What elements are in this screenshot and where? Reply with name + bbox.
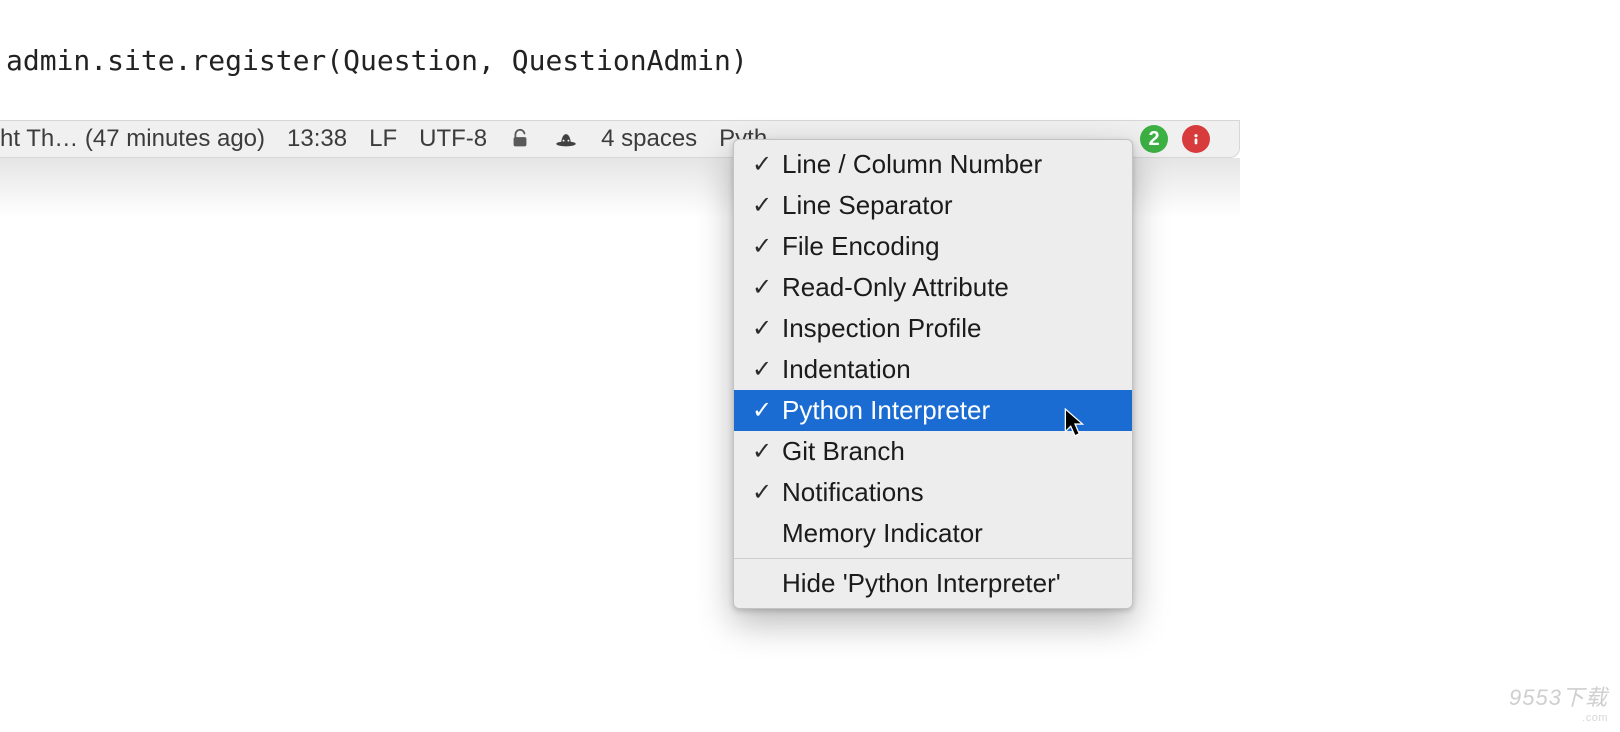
menu-item-python-interpreter[interactable]: ✓Python Interpreter [734,390,1132,431]
menu-separator [734,558,1132,559]
menu-item-label: Memory Indicator [782,518,983,549]
check-icon: ✓ [746,437,778,466]
menu-item-label: Indentation [782,354,911,385]
editor-area[interactable]: admin.site.register(Question, QuestionAd… [0,0,1240,120]
unlock-icon[interactable] [509,128,531,150]
check-icon: ✓ [746,314,778,343]
menu-item-label: Hide 'Python Interpreter' [782,568,1061,599]
menu-item-read-only-attribute[interactable]: ✓Read-Only Attribute [734,267,1132,308]
statusbar-context-menu: ✓Line / Column Number✓Line Separator✓Fil… [733,139,1133,609]
status-encoding[interactable]: UTF-8 [419,125,487,153]
status-line-separator[interactable]: LF [369,125,397,153]
status-indent[interactable]: 4 spaces [601,125,697,153]
watermark-sub: .com [1509,712,1608,724]
menu-item-line-separator[interactable]: ✓Line Separator [734,185,1132,226]
menu-item-label: Inspection Profile [782,313,981,344]
menu-item-label: Python Interpreter [782,395,990,426]
menu-item-indentation[interactable]: ✓Indentation [734,349,1132,390]
code-line: admin.site.register(Question, QuestionAd… [6,44,1240,77]
menu-item-label: Git Branch [782,436,905,467]
status-badge-error[interactable] [1182,125,1210,153]
menu-item-label: Read-Only Attribute [782,272,1009,303]
menu-item-notifications[interactable]: ✓Notifications [734,472,1132,513]
menu-item-git-branch[interactable]: ✓Git Branch [734,431,1132,472]
check-icon: ✓ [746,273,778,302]
menu-item-file-encoding[interactable]: ✓File Encoding [734,226,1132,267]
menu-item-label: Notifications [782,477,924,508]
check-icon: ✓ [746,396,778,425]
status-bar-trailing: 2 [1140,120,1210,158]
watermark-text: 9553下载 [1509,685,1608,710]
menu-item-memory-indicator[interactable]: Memory Indicator [734,513,1132,554]
check-icon: ✓ [746,478,778,507]
check-icon: ✓ [746,355,778,384]
status-badge-green[interactable]: 2 [1140,125,1168,153]
menu-item-label: File Encoding [782,231,940,262]
check-icon: ✓ [746,150,778,179]
menu-item-hide-python-interpreter[interactable]: Hide 'Python Interpreter' [734,563,1132,604]
check-icon: ✓ [746,232,778,261]
menu-item-label: Line / Column Number [782,149,1042,180]
app-root: admin.site.register(Question, QuestionAd… [0,0,1620,732]
inspection-hat-icon[interactable] [553,126,579,152]
menu-item-label: Line Separator [782,190,953,221]
status-time[interactable]: 13:38 [287,125,347,153]
menu-item-inspection-profile[interactable]: ✓Inspection Profile [734,308,1132,349]
status-commit[interactable]: ht Th… (47 minutes ago) [0,125,265,153]
watermark: 9553下载 .com [1509,680,1608,724]
check-icon: ✓ [746,191,778,220]
menu-item-line-column-number[interactable]: ✓Line / Column Number [734,144,1132,185]
